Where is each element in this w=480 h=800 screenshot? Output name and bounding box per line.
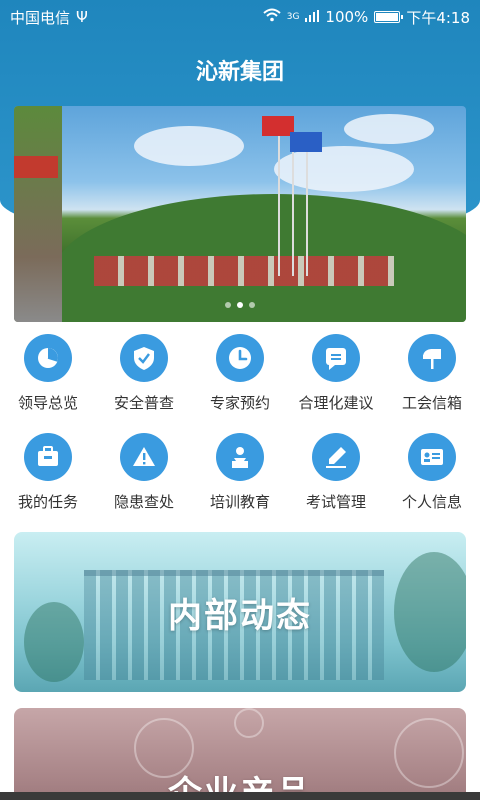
menu-label: 考试管理 (305, 493, 366, 511)
menu-item-leader-overview[interactable]: 领导总览 (0, 334, 96, 413)
function-menu: 领导总览 安全普查 专家预约 合理化建议 工会信箱 我的任务 隐患查处 培训教育… (0, 334, 480, 512)
menu-label: 专家预约 (209, 394, 270, 412)
briefcase-icon (24, 433, 72, 481)
battery-percent: 100% (325, 8, 369, 26)
carousel-indicators (14, 302, 466, 308)
system-nav-bar (0, 792, 480, 800)
menu-item-suggestions[interactable]: 合理化建议 (288, 334, 384, 413)
pen-edit-icon (312, 433, 360, 481)
menu-item-my-tasks[interactable]: 我的任务 (0, 433, 96, 512)
pie-chart-icon (24, 334, 72, 382)
menu-label: 个人信息 (401, 493, 462, 511)
menu-label: 工会信箱 (401, 394, 462, 412)
menu-label: 合理化建议 (298, 394, 374, 412)
company-products-card[interactable]: 企业产品 (14, 708, 466, 800)
mailbox-icon (408, 334, 456, 382)
status-bar: 中国电信 Ψ 3G 100% 下午4:18 (0, 0, 480, 34)
menu-item-exam-management[interactable]: 考试管理 (288, 433, 384, 512)
menu-item-union-mailbox[interactable]: 工会信箱 (384, 334, 480, 413)
carrier-label: 中国电信 (10, 8, 71, 27)
usb-icon: Ψ (76, 8, 88, 26)
network-type: 3G (286, 12, 300, 22)
card-title: 内部动态 (168, 595, 312, 636)
page-title: 沁新集团 (195, 60, 284, 85)
clock-time: 下午4:18 (406, 8, 470, 27)
chat-bubble-icon (312, 334, 360, 382)
shield-check-icon (120, 334, 168, 382)
banner-carousel[interactable] (14, 106, 466, 322)
menu-item-personal-info[interactable]: 个人信息 (384, 433, 480, 512)
battery-icon (374, 11, 404, 23)
menu-label: 安全普查 (113, 394, 174, 412)
menu-label: 隐患查处 (113, 493, 174, 511)
warning-icon (120, 433, 168, 481)
menu-item-safety-survey[interactable]: 安全普查 (96, 334, 192, 413)
banner-previous-slide (14, 106, 62, 322)
menu-item-expert-booking[interactable]: 专家预约 (192, 334, 288, 413)
menu-label: 领导总览 (17, 394, 78, 412)
menu-item-training[interactable]: 培训教育 (192, 433, 288, 512)
lecturer-icon (216, 433, 264, 481)
signal-icon (305, 8, 320, 26)
clock-icon (216, 334, 264, 382)
wifi-icon (263, 8, 281, 26)
menu-item-hazard-check[interactable]: 隐患查处 (96, 433, 192, 512)
menu-label: 我的任务 (17, 493, 78, 511)
menu-label: 培训教育 (209, 493, 270, 511)
id-card-icon (408, 433, 456, 481)
internal-news-card[interactable]: 内部动态 (14, 532, 466, 692)
